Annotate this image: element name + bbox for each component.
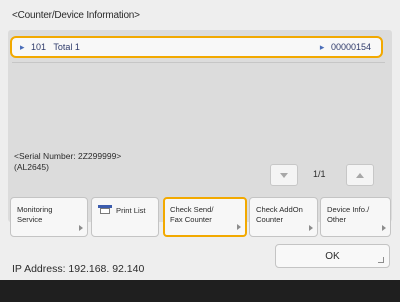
arrow-up-icon bbox=[356, 172, 364, 178]
caret-right-icon bbox=[79, 225, 83, 231]
caret-right-icon bbox=[237, 224, 241, 230]
monitoring-service-button[interactable]: Monitoring Service bbox=[10, 197, 88, 237]
screen-title: <Counter/Device Information> bbox=[12, 10, 140, 21]
bullet-icon: ▸ bbox=[20, 42, 25, 52]
ok-button[interactable]: OK bbox=[275, 244, 390, 268]
counter-number: 101 bbox=[31, 42, 47, 52]
counter-value-wrap: ▸ 00000154 bbox=[320, 42, 371, 53]
caret-right-icon bbox=[382, 225, 386, 231]
list-divider bbox=[12, 62, 385, 63]
ip-address: IP Address: 192.168. 92.140 bbox=[12, 263, 145, 275]
page-up-button[interactable] bbox=[346, 164, 374, 186]
counter-value: 00000154 bbox=[330, 42, 371, 52]
monitoring-service-label: Monitoring Service bbox=[17, 205, 53, 224]
counter-list-panel bbox=[8, 30, 392, 222]
counter-item-label: ▸ 101 Total 1 bbox=[20, 42, 80, 53]
page-down-button[interactable] bbox=[270, 164, 298, 186]
print-list-label: Print List bbox=[116, 206, 146, 215]
check-send-fax-label: Check Send/ Fax Counter bbox=[170, 205, 214, 224]
bullet-icon: ▸ bbox=[319, 42, 325, 52]
serial-number: <Serial Number: 2Z299999> bbox=[14, 151, 122, 161]
check-send-fax-counter-button[interactable]: Check Send/ Fax Counter bbox=[163, 197, 247, 237]
bottom-bar bbox=[0, 280, 400, 302]
check-addon-counter-button[interactable]: Check AddOn Counter bbox=[249, 197, 318, 237]
caret-right-icon bbox=[309, 225, 313, 231]
corner-icon bbox=[378, 257, 384, 263]
arrow-down-icon bbox=[280, 172, 288, 178]
counter-name: Total 1 bbox=[53, 42, 80, 52]
device-info-other-button[interactable]: Device Info./ Other bbox=[320, 197, 391, 237]
ok-label: OK bbox=[325, 250, 340, 262]
print-list-button[interactable]: Print List bbox=[91, 197, 159, 237]
device-info-label: Device Info./ Other bbox=[327, 205, 370, 224]
printer-icon bbox=[98, 205, 112, 214]
serial-code: (AL2645) bbox=[14, 162, 49, 172]
check-addon-label: Check AddOn Counter bbox=[256, 205, 303, 224]
page-counter: 1/1 bbox=[313, 169, 326, 179]
serial-info: <Serial Number: 2Z299999> (AL2645) bbox=[14, 151, 121, 173]
counter-row-total-1[interactable]: ▸ 101 Total 1 ▸ 00000154 bbox=[10, 36, 383, 58]
